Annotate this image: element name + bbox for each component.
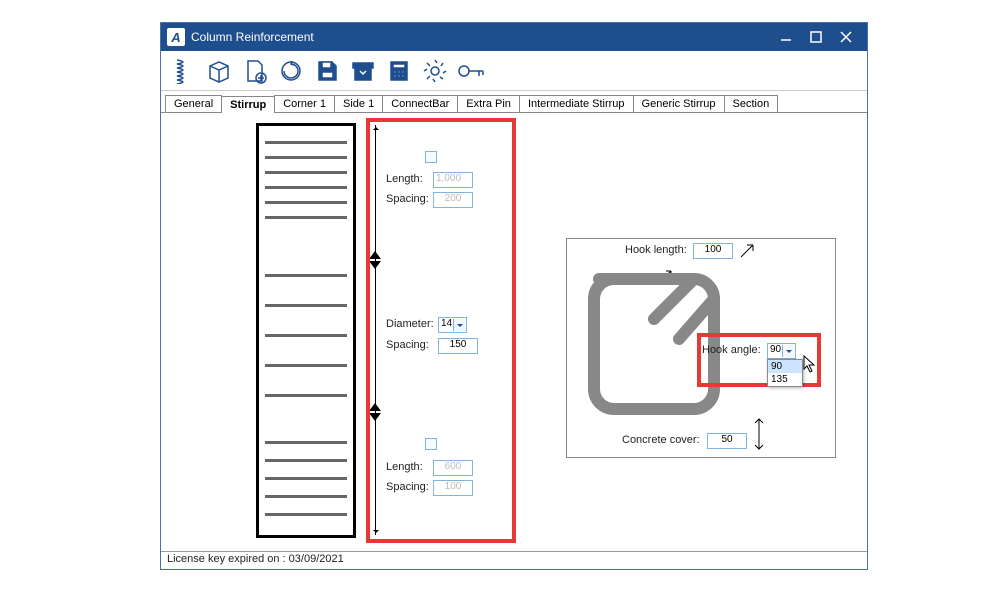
zone-top-checkbox[interactable] xyxy=(425,151,437,163)
zone-mid-diameter-label: Diameter: xyxy=(386,318,434,330)
zone-bottom-checkbox[interactable] xyxy=(425,438,437,450)
hook-angle-dropdown[interactable]: 90 135 xyxy=(767,359,803,387)
archive-icon[interactable] xyxy=(347,55,379,87)
zone-top-spacing-label: Spacing: xyxy=(386,193,429,205)
status-text: License key expired on : 03/09/2021 xyxy=(167,553,344,565)
calculator-icon[interactable] xyxy=(383,55,415,87)
tab-connectbar[interactable]: ConnectBar xyxy=(382,95,458,112)
app-window: A Column Reinforcement General Stirrup C… xyxy=(160,22,868,570)
hook-length-arrow-icon xyxy=(739,241,757,259)
hook-angle-option-90[interactable]: 90 xyxy=(768,360,802,373)
concrete-cover-input[interactable]: 50 xyxy=(707,433,747,449)
box-icon[interactable] xyxy=(203,55,235,87)
cursor-icon xyxy=(803,355,817,373)
tab-section[interactable]: Section xyxy=(724,95,779,112)
stirrup-section-panel: Hook length: 100 Hook angle: 90 90 135 xyxy=(566,238,836,458)
toolbar xyxy=(161,51,867,91)
window-title: Column Reinforcement xyxy=(191,30,771,44)
zone-mid-spacing-input[interactable]: 150 xyxy=(438,338,478,354)
key-icon[interactable] xyxy=(455,55,487,87)
zone-top-length-input[interactable]: 1,000 xyxy=(433,172,473,188)
title-bar: A Column Reinforcement xyxy=(161,23,867,51)
gear-icon[interactable] xyxy=(419,55,451,87)
zone-bottom-length-input[interactable]: 600 xyxy=(433,460,473,476)
zone-mid-diameter-select[interactable]: 14 xyxy=(438,317,467,333)
column-diagram xyxy=(256,123,356,538)
add-page-icon[interactable] xyxy=(239,55,271,87)
zone-top-length-label: Length: xyxy=(386,173,423,185)
close-button[interactable] xyxy=(831,27,861,47)
spring-icon[interactable] xyxy=(167,55,199,87)
app-logo-icon: A xyxy=(167,28,185,46)
cover-arrow-icon xyxy=(753,417,765,451)
work-area: Length: 1,000 Spacing: 200 Diameter: 14 … xyxy=(161,113,867,551)
tab-corner1[interactable]: Corner 1 xyxy=(274,95,335,112)
zone-bottom-length-label: Length: xyxy=(386,461,423,473)
tab-generic[interactable]: Generic Stirrup xyxy=(633,95,725,112)
tab-general[interactable]: General xyxy=(165,95,222,112)
hook-angle-option-135[interactable]: 135 xyxy=(768,373,802,386)
status-bar: License key expired on : 03/09/2021 xyxy=(161,551,867,569)
tab-stirrup[interactable]: Stirrup xyxy=(221,96,275,113)
maximize-button[interactable] xyxy=(801,27,831,47)
tab-extrapin[interactable]: Extra Pin xyxy=(457,95,520,112)
zone-mid-spacing-label: Spacing: xyxy=(386,339,429,351)
tab-strip: General Stirrup Corner 1 Side 1 ConnectB… xyxy=(161,91,867,113)
refresh-icon[interactable] xyxy=(275,55,307,87)
minimize-button[interactable] xyxy=(771,27,801,47)
save-icon[interactable] xyxy=(311,55,343,87)
tab-side1[interactable]: Side 1 xyxy=(334,95,383,112)
concrete-cover-label: Concrete cover: xyxy=(622,434,700,446)
zone-bottom-spacing-input[interactable]: 100 xyxy=(433,480,473,496)
hook-length-input[interactable]: 100 xyxy=(693,243,733,259)
hook-length-label: Hook length: xyxy=(625,244,687,256)
zone-bottom-spacing-label: Spacing: xyxy=(386,481,429,493)
tab-intermediate[interactable]: Intermediate Stirrup xyxy=(519,95,634,112)
zone-top-spacing-input[interactable]: 200 xyxy=(433,192,473,208)
